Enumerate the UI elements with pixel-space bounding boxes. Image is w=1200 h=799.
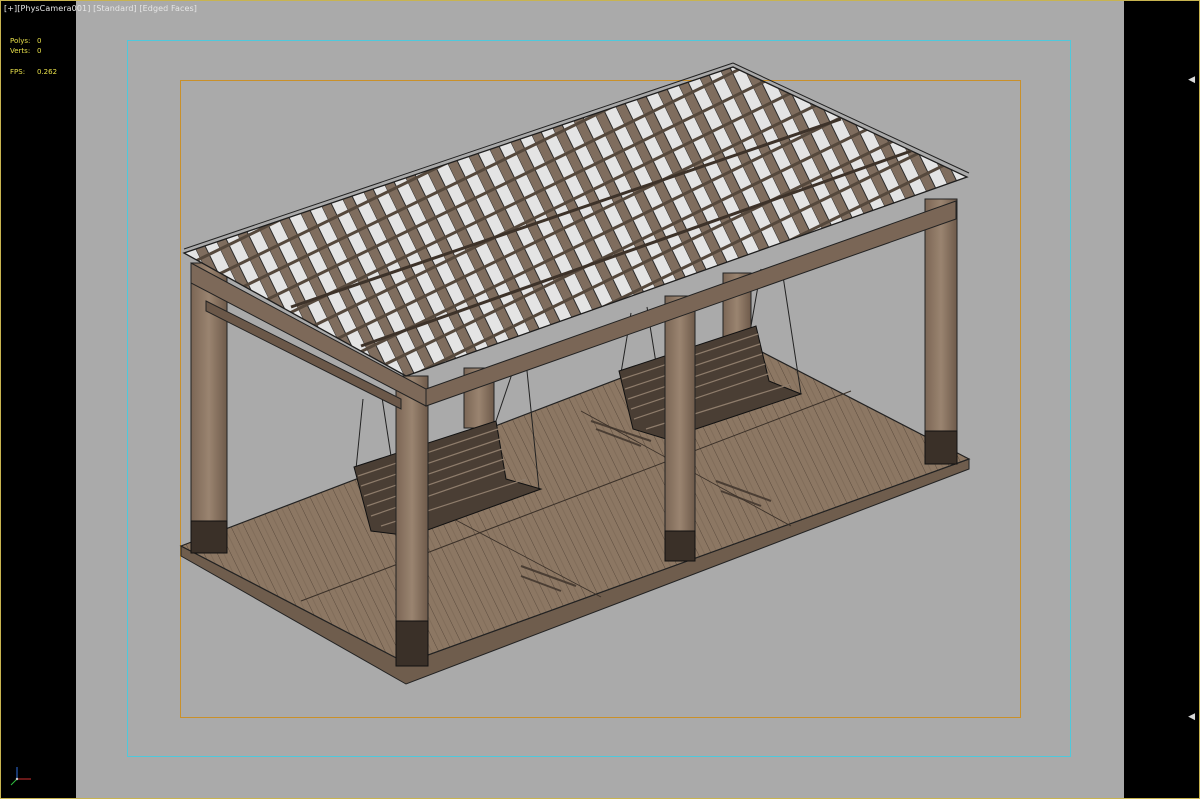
viewport-plus-menu[interactable]: [+] bbox=[4, 4, 17, 13]
fps-value: 0.262 bbox=[37, 68, 58, 76]
viewport-display-menu[interactable]: [Edged Faces] bbox=[139, 4, 197, 13]
viewport-statistics: Polys: 0 Verts: 0 FPS: 0.262 bbox=[10, 36, 57, 77]
viewport-window[interactable]: [+][PhysCamera001] [Standard] [Edged Fac… bbox=[0, 0, 1200, 799]
expand-arrow-icon[interactable]: ◀ bbox=[1188, 76, 1195, 85]
viewport-shading-menu[interactable]: [Standard] bbox=[93, 4, 137, 13]
verts-label: Verts: bbox=[10, 47, 31, 55]
expand-arrow-icon[interactable]: ◀ bbox=[1188, 713, 1195, 722]
axis-gizmo-icon bbox=[10, 767, 31, 786]
pergola-model[interactable] bbox=[1, 1, 1200, 799]
verts-stat: Verts: 0 bbox=[10, 46, 41, 56]
fps-label: FPS: bbox=[10, 68, 26, 76]
polys-value: 0 bbox=[37, 37, 42, 45]
polys-stat: Polys: 0 bbox=[10, 36, 41, 46]
fps-stat: FPS: 0.262 bbox=[10, 67, 57, 77]
verts-value: 0 bbox=[37, 47, 42, 55]
deck bbox=[179, 335, 971, 685]
polys-label: Polys: bbox=[10, 37, 31, 45]
viewport-camera-menu[interactable]: [PhysCamera001] bbox=[17, 4, 90, 13]
viewport-label: [+][PhysCamera001] [Standard] [Edged Fac… bbox=[4, 4, 197, 13]
